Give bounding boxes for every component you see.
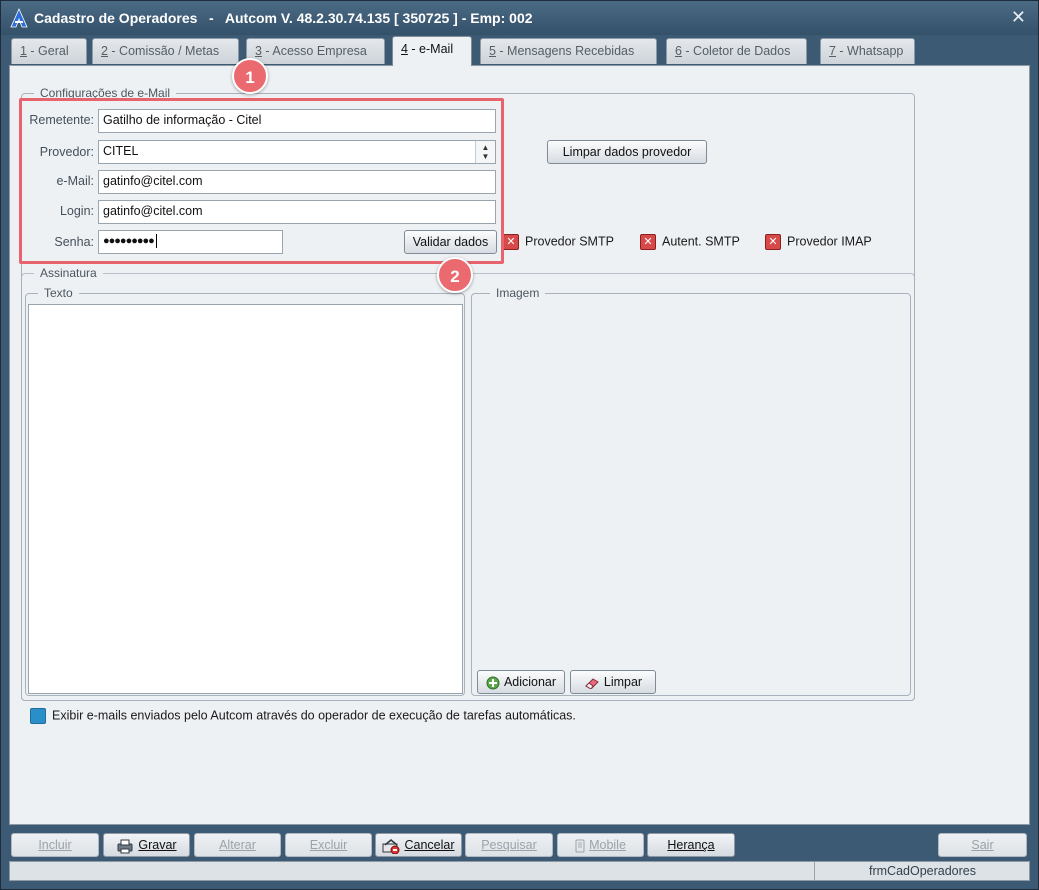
imagem-group: Imagem: [471, 286, 911, 696]
validar-dados-button[interactable]: Validar dados: [404, 230, 497, 254]
exibir-emails-checkbox[interactable]: Exibir e-mails enviados pelo Autcom atra…: [30, 708, 576, 724]
tab-acesso-num: 3: [255, 44, 262, 58]
email-label: e-Mail:: [56, 174, 94, 188]
senha-value: ●●●●●●●●●: [103, 234, 155, 247]
tab-mensagens-num: 5: [489, 44, 496, 58]
mobile-button[interactable]: Mobile: [557, 833, 644, 857]
status-bar: frmCadOperadores: [9, 861, 1030, 881]
sair-button[interactable]: Sair: [938, 833, 1027, 857]
eraser-icon: [585, 678, 599, 689]
remetente-label: Remetente:: [29, 113, 94, 127]
gravar-button[interactable]: Gravar: [103, 833, 190, 857]
title-bar: Cadastro de Operadores - Autcom V. 48.2.…: [1, 1, 1038, 35]
assinatura-legend: Assinatura: [34, 266, 103, 280]
window-title: Cadastro de Operadores - Autcom V. 48.2.…: [34, 10, 533, 26]
email-input[interactable]: gatinfo@citel.com: [98, 170, 496, 194]
x-mark-icon: ✕: [503, 234, 519, 250]
tab-coletor-num: 6: [675, 44, 682, 58]
autent-smtp-status: ✕ Autent. SMTP: [640, 234, 740, 250]
tab-mensagens-label: - Mensagens Recebidas: [495, 44, 635, 58]
heranca-button[interactable]: Herança: [647, 833, 735, 857]
tab-mensagens-recebidas[interactable]: 5 - Mensagens Recebidas: [480, 38, 657, 64]
tab-whatsapp[interactable]: 7 - Whatsapp: [820, 38, 915, 64]
app-logo-icon: [10, 8, 28, 28]
senha-label: Senha:: [54, 235, 94, 249]
bottom-toolbar: Incluir Gravar Alterar Excluir Cancelar …: [9, 829, 1030, 859]
incluir-button[interactable]: Incluir: [11, 833, 99, 857]
tab-whatsapp-label: - Whatsapp: [835, 44, 904, 58]
mobile-label: Mobile: [589, 838, 626, 852]
annotation-badge-1: 1: [232, 58, 268, 94]
assinatura-texto-area[interactable]: [28, 304, 463, 694]
tab-email-label: - e-Mail: [407, 42, 454, 56]
pesquisar-button[interactable]: Pesquisar: [465, 833, 553, 857]
tab-whatsapp-num: 7: [829, 44, 836, 58]
tab-email-num: 4: [401, 42, 408, 56]
cancelar-button[interactable]: Cancelar: [375, 833, 462, 857]
adicionar-button[interactable]: Adicionar: [477, 670, 565, 694]
email-config-legend: Configurações de e-Mail: [34, 86, 177, 100]
adicionar-label: Adicionar: [503, 675, 557, 689]
provedor-smtp-status: ✕ Provedor SMTP: [503, 234, 614, 250]
tab-coletor-dados[interactable]: 6 - Coletor de Dados: [666, 38, 807, 64]
tab-geral-num: 1: [20, 44, 27, 58]
tab-geral[interactable]: 1 - Geral: [11, 38, 87, 64]
sair-label: Sair: [971, 838, 994, 852]
x-mark-icon: ✕: [640, 234, 656, 250]
exibir-emails-label: Exibir e-mails enviados pelo Autcom atra…: [52, 708, 576, 723]
remetente-input[interactable]: Gatilho de informação - Citel: [98, 109, 496, 133]
imagem-legend: Imagem: [490, 286, 546, 300]
limpar-imagem-button[interactable]: Limpar: [570, 670, 656, 694]
excluir-label: Excluir: [309, 838, 348, 852]
limpar-dados-provedor-button[interactable]: Limpar dados provedor: [547, 140, 707, 164]
tab-comissao-label: - Comissão / Metas: [107, 44, 220, 58]
provedor-label: Provedor:: [39, 145, 94, 159]
alterar-button[interactable]: Alterar: [194, 833, 281, 857]
mobile-phone-icon: [575, 839, 585, 853]
tab-comissao-num: 2: [101, 44, 108, 58]
login-input[interactable]: gatinfo@citel.com: [98, 200, 496, 224]
main-window: Cadastro de Operadores - Autcom V. 48.2.…: [0, 0, 1039, 890]
autent-smtp-label: Autent. SMTP: [662, 234, 740, 249]
save-printer-icon: [117, 839, 133, 854]
x-mark-icon: ✕: [765, 234, 781, 250]
limpar-imagem-label: Limpar: [603, 675, 643, 689]
tab-acesso-empresa[interactable]: 3 - Acesso Empresa: [246, 38, 385, 64]
form-name-status: frmCadOperadores: [869, 864, 976, 878]
cancelar-label: Cancelar: [404, 838, 455, 852]
checkbox-icon[interactable]: [30, 708, 46, 724]
tab-content-email: Configurações de e-Mail Remetente: Gatil…: [9, 58, 1030, 825]
status-divider: [814, 862, 815, 880]
heranca-label: Herança: [667, 838, 715, 852]
excluir-button[interactable]: Excluir: [285, 833, 372, 857]
provedor-imap-label: Provedor IMAP: [787, 234, 872, 249]
provedor-value: CITEL: [103, 144, 139, 158]
pesquisar-label: Pesquisar: [481, 838, 537, 852]
provedor-select[interactable]: CITEL ▲ ▼: [98, 140, 496, 164]
add-image-icon: [486, 676, 500, 690]
tab-acesso-label: - Acesso Empresa: [261, 44, 367, 58]
tab-coletor-label: - Coletor de Dados: [681, 44, 791, 58]
text-caret: [155, 234, 157, 248]
tab-comissao-metas[interactable]: 2 - Comissão / Metas: [92, 38, 239, 64]
provedor-imap-status: ✕ Provedor IMAP: [765, 234, 872, 250]
tab-email[interactable]: 4 - e-Mail: [392, 36, 472, 66]
gravar-label: Gravar: [138, 838, 177, 852]
cancel-icon: [382, 838, 400, 854]
close-icon[interactable]: ✕: [1011, 7, 1026, 28]
incluir-label: Incluir: [38, 838, 72, 852]
spin-updown-icon[interactable]: ▲ ▼: [475, 141, 495, 163]
alterar-label: Alterar: [219, 838, 256, 852]
login-label: Login:: [59, 204, 94, 218]
tab-geral-label: - Geral: [26, 44, 69, 58]
texto-legend: Texto: [38, 286, 79, 300]
annotation-badge-2: 2: [437, 257, 473, 293]
provedor-smtp-label: Provedor SMTP: [525, 234, 614, 249]
senha-input[interactable]: ●●●●●●●●●: [98, 230, 283, 254]
tab-bar: 1 - Geral 2 - Comissão / Metas 3 - Acess…: [9, 36, 1030, 66]
